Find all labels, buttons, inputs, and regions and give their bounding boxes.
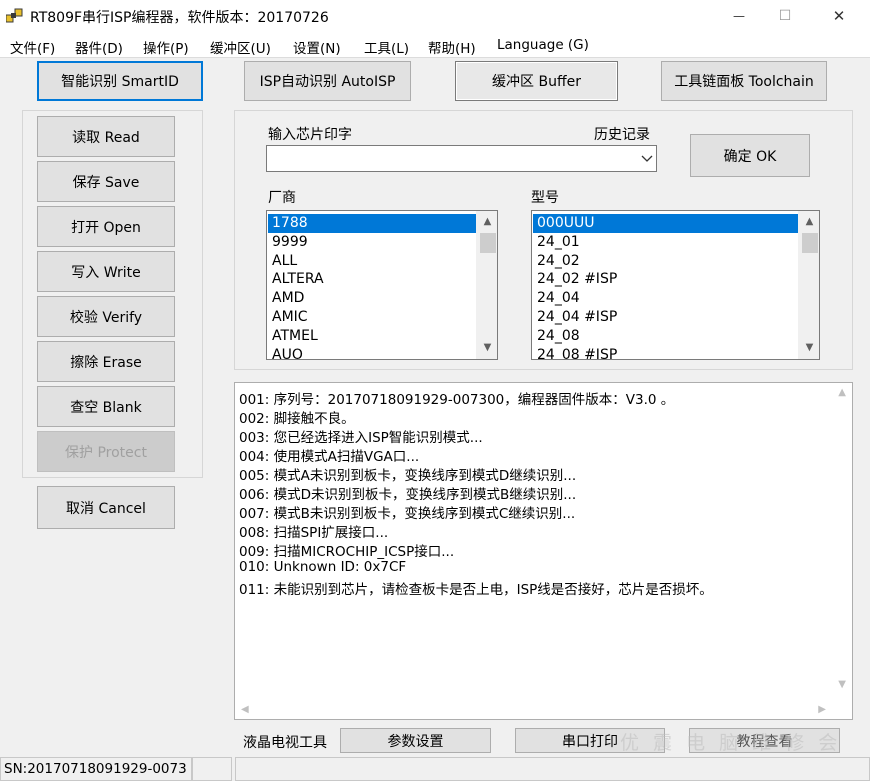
menu-file[interactable]: 文件(F) [10,37,55,57]
log-line: 009: 扫描MICROCHIP_ICSP接口... [239,544,455,560]
log-line: 005: 模式A未识别到板卡，变换线序到模式D继续识别... [239,468,577,484]
buffer-button[interactable]: 缓冲区 Buffer [455,61,618,101]
model-item[interactable]: 000UUU [533,214,798,233]
app-icon [6,8,23,23]
log-line: 006: 模式D未识别到板卡，变换线序到模式B继续识别... [239,487,577,503]
chip-input-combobox[interactable] [266,145,657,172]
vendor-scrollbar[interactable]: ▲ ▼ [476,211,497,359]
vendor-item[interactable]: 1788 [268,214,476,233]
minimize-icon: — [733,9,745,23]
vendor-item[interactable]: 9999 [268,233,476,252]
vendor-item[interactable]: ATMEL [268,327,476,346]
maximize-button[interactable]: ☐ [762,0,808,32]
status-pane-2 [192,757,232,781]
model-label: 型号 [531,190,559,206]
minimize-button[interactable]: — [716,0,762,32]
log-line: 008: 扫描SPI扩展接口... [239,525,389,541]
menu-help[interactable]: 帮助(H) [428,37,476,57]
model-item[interactable]: 24_04 [533,289,798,308]
menu-buffer[interactable]: 缓冲区(U) [210,37,271,57]
menu-bar: 文件(F) 器件(D) 操作(P) 缓冲区(U) 设置(N) 工具(L) 帮助(… [0,32,870,58]
scroll-left-icon[interactable]: ◀ [241,704,249,715]
protect-button[interactable]: 保护 Protect [37,431,175,472]
vendor-item[interactable]: ALL [268,252,476,271]
log-line: 011: 未能识别到芯片，请检查板卡是否上电，ISP线是否接好，芯片是否损坏。 [239,582,713,598]
cancel-button[interactable]: 取消 Cancel [37,486,175,529]
save-button[interactable]: 保存 Save [37,161,175,202]
vendor-item[interactable]: AMIC [268,308,476,327]
history-label: 历史记录 [594,127,650,143]
watermark: 优 震 电 脑 维 修 会 [620,732,842,754]
model-listbox[interactable]: 000UUU 24_01 24_02 24_02 #ISP 24_04 24_0… [531,210,820,360]
erase-button[interactable]: 擦除 Erase [37,341,175,382]
params-button[interactable]: 参数设置 [340,728,491,753]
toolchain-button[interactable]: 工具链面板 Toolchain [661,61,827,101]
open-button[interactable]: 打开 Open [37,206,175,247]
log-line: 010: Unknown ID: 0x7CF [239,559,407,575]
scroll-up-icon[interactable]: ▲ [838,387,846,398]
model-item[interactable]: 24_08 [533,327,798,346]
read-button[interactable]: 读取 Read [37,116,175,157]
close-button[interactable]: ✕ [816,0,862,32]
model-item[interactable]: 24_04 #ISP [533,308,798,327]
menu-device[interactable]: 器件(D) [75,37,123,57]
vendor-listbox[interactable]: 1788 9999 ALL ALTERA AMD AMIC ATMEL AUO … [266,210,498,360]
verify-button[interactable]: 校验 Verify [37,296,175,337]
maximize-icon: ☐ [778,8,792,24]
log-line: 007: 模式B未识别到板卡，变换线序到模式C继续识别... [239,506,576,522]
vendor-item[interactable]: ALTERA [268,270,476,289]
scroll-down-icon[interactable]: ▼ [477,339,497,357]
model-scrollbar[interactable]: ▲ ▼ [798,211,819,359]
log-line: 002: 脚接触不良。 [239,411,355,427]
scroll-right-icon[interactable]: ▶ [818,704,826,715]
scroll-thumb[interactable] [802,233,818,253]
blank-button[interactable]: 查空 Blank [37,386,175,427]
close-icon: ✕ [832,7,846,25]
scroll-down-icon[interactable]: ▼ [799,339,819,357]
log-line: 003: 您已经选择进入ISP智能识别模式... [239,430,483,446]
menu-language[interactable]: Language (G) [497,37,589,53]
model-item[interactable]: 24_08 #ISP [533,346,798,359]
lcd-tools-label: 液晶电视工具 [243,735,327,751]
write-button[interactable]: 写入 Write [37,251,175,292]
vendor-label: 厂商 [268,190,296,206]
menu-tools[interactable]: 工具(L) [364,37,409,57]
title-bar[interactable]: RT809F串行ISP编程器，软件版本：20170726 — ☐ ✕ [0,0,870,32]
log-output[interactable]: 001: 序列号：20170718091929-007300，编程器固件版本：V… [234,382,853,720]
dropdown-arrow-icon[interactable] [641,154,653,164]
vendor-item[interactable]: AUO [268,346,476,359]
log-line: 004: 使用模式A扫描VGA口... [239,449,420,465]
scroll-down-icon[interactable]: ▼ [838,679,846,690]
model-item[interactable]: 24_02 [533,252,798,271]
vendor-item[interactable]: AMD [268,289,476,308]
window-title: RT809F串行ISP编程器，软件版本：20170726 [30,10,329,26]
log-line: 001: 序列号：20170718091929-007300，编程器固件版本：V… [239,392,675,408]
status-pane-3 [235,757,870,781]
model-item[interactable]: 24_02 #ISP [533,270,798,289]
model-item[interactable]: 24_01 [533,233,798,252]
chip-input-label: 输入芯片印字 [268,127,352,143]
menu-settings[interactable]: 设置(N) [293,37,341,57]
scroll-up-icon[interactable]: ▲ [477,213,497,231]
smartid-button[interactable]: 智能识别 SmartID [37,61,203,101]
menu-operation[interactable]: 操作(P) [143,37,189,57]
status-serial: SN:20170718091929-0073 [0,757,192,781]
scroll-up-icon[interactable]: ▲ [799,213,819,231]
scroll-thumb[interactable] [480,233,496,253]
autoisp-button[interactable]: ISP自动识别 AutoISP [244,61,411,101]
ok-button[interactable]: 确定 OK [690,134,810,177]
